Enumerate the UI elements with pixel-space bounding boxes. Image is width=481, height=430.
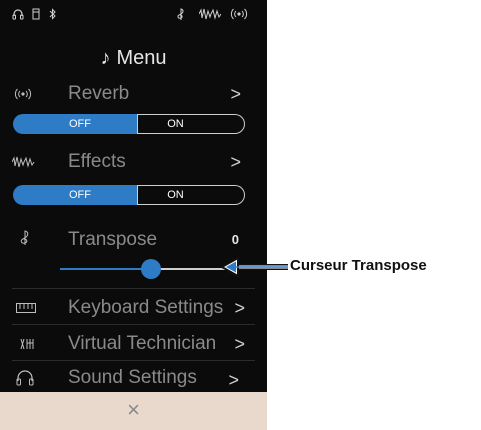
divider	[12, 360, 255, 361]
menu-item-label: Transpose	[68, 229, 158, 250]
bluetooth-icon	[49, 8, 57, 24]
menu-item-transpose: Transpose 0	[0, 228, 267, 252]
transpose-icon	[177, 8, 185, 25]
headphones-icon	[12, 8, 24, 24]
keyboard-icon	[16, 303, 36, 316]
menu-item-reverb[interactable]: Reverb >	[0, 82, 267, 106]
menu-item-label: Sound Settings	[68, 367, 197, 388]
chevron-right-icon: >	[228, 370, 239, 390]
menu-item-label: Effects	[68, 151, 126, 172]
chevron-right-icon: >	[234, 334, 245, 354]
reverb-on-option[interactable]: ON	[137, 114, 245, 134]
divider	[12, 288, 255, 289]
menu-item-effects[interactable]: Effects >	[0, 150, 267, 174]
effects-icon	[198, 8, 222, 24]
reverb-toggle[interactable]: OFF ON	[13, 114, 245, 134]
transpose-value: 0	[231, 232, 239, 247]
effects-on-option[interactable]: ON	[137, 185, 245, 205]
usb-icon	[31, 8, 41, 24]
slider-knob[interactable]	[141, 259, 161, 279]
music-note-icon: ♪	[100, 47, 111, 69]
virtual-technician-icon	[20, 337, 34, 354]
bottom-bar: ×	[0, 392, 267, 430]
treble-clef-icon	[20, 230, 30, 249]
close-icon[interactable]: ×	[0, 398, 267, 422]
piano-app-screen: ♪ Menu Reverb > OFF ON Effects > OFF ON T…	[0, 0, 267, 430]
menu-item-virtual-technician[interactable]: Virtual Technician >	[0, 332, 267, 356]
menu-title: ♪ Menu	[0, 46, 267, 70]
menu-item-label: Keyboard Settings	[68, 297, 224, 318]
chevron-right-icon: >	[234, 298, 245, 318]
chevron-right-icon: >	[230, 84, 241, 104]
chevron-right-icon: >	[230, 152, 241, 172]
reverb-icon	[12, 88, 34, 103]
effects-icon	[11, 156, 36, 171]
callout-arrow-icon	[219, 256, 288, 278]
reverb-icon	[229, 8, 249, 24]
headphones-icon	[16, 370, 34, 389]
slider-fill	[60, 268, 151, 270]
menu-item-label: Virtual Technician	[68, 333, 217, 354]
status-bar	[0, 0, 267, 34]
menu-item-sound-settings[interactable]: Sound Settings >	[0, 366, 267, 390]
divider	[12, 324, 255, 325]
effects-off-option[interactable]: OFF	[13, 185, 137, 205]
menu-item-label: Reverb	[68, 83, 130, 104]
menu-item-keyboard-settings[interactable]: Keyboard Settings >	[0, 296, 267, 320]
effects-toggle[interactable]: OFF ON	[13, 185, 245, 205]
callout-label: Curseur Transpose	[290, 257, 427, 274]
reverb-off-option[interactable]: OFF	[13, 114, 137, 134]
menu-title-label: Menu	[116, 47, 167, 69]
